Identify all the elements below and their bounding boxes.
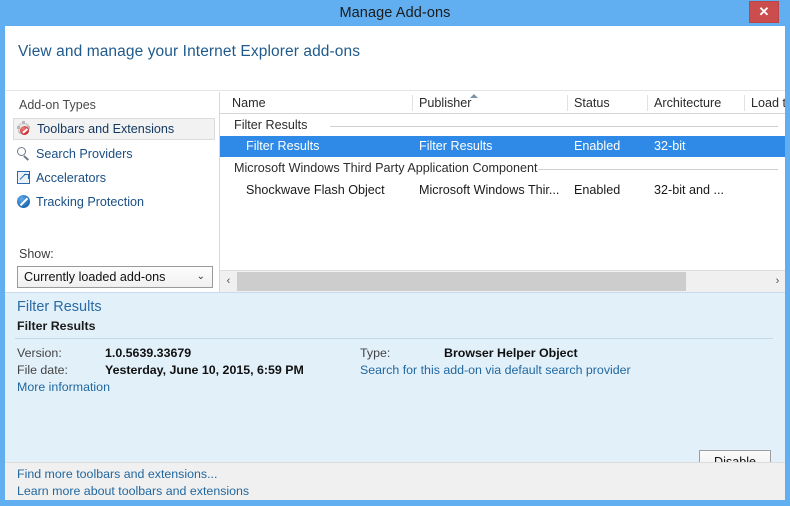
sidebar-item-label: Accelerators — [36, 171, 106, 185]
sidebar-item-tracking-protection[interactable]: Tracking Protection — [13, 191, 215, 213]
chevron-down-icon: ⌄ — [196, 271, 205, 282]
file-date-value: Yesterday, June 10, 2015, 6:59 PM — [105, 363, 304, 377]
column-header-publisher[interactable]: Publisher — [419, 92, 564, 114]
sidebar-item-label: Search Providers — [36, 147, 133, 161]
learn-more-toolbars-link[interactable]: Learn more about toolbars and extensions — [17, 484, 249, 498]
details-panel: Filter Results Filter Results Version: 1… — [5, 292, 785, 475]
group-header-label: Filter Results — [234, 116, 314, 135]
banner-title: View and manage your Internet Explorer a… — [18, 43, 361, 60]
window-close-button[interactable]: ✕ — [749, 1, 779, 23]
sidebar-item-search-providers[interactable]: Search Providers — [13, 143, 215, 165]
show-filter-select[interactable]: Currently loaded add-ons ⌄ — [17, 266, 213, 288]
gear-block-icon — [16, 121, 35, 137]
group-header-label: Microsoft Windows Third Party Applicatio… — [234, 159, 544, 178]
client-area: View and manage your Internet Explorer a… — [5, 26, 785, 500]
version-value: 1.0.5639.33679 — [105, 346, 192, 360]
addon-types-label: Add-on Types — [19, 98, 96, 112]
addons-list-body: Filter Results Filter Results Filter Res… — [220, 114, 785, 269]
sidebar-item-accelerators[interactable]: Accelerators — [13, 167, 215, 189]
manage-addons-window: PCrisk risk.com Manage Add-ons ✕ View an… — [0, 0, 790, 506]
banner: View and manage your Internet Explorer a… — [5, 26, 785, 91]
cell-publisher: Filter Results — [419, 139, 493, 153]
find-more-toolbars-link[interactable]: Find more toolbars and extensions... — [17, 467, 217, 481]
column-divider[interactable] — [567, 95, 568, 111]
cell-name: Shockwave Flash Object — [246, 183, 385, 197]
bottom-bar: Find more toolbars and extensions... Lea… — [5, 462, 785, 500]
column-divider[interactable] — [744, 95, 745, 111]
file-date-label: File date: — [17, 363, 68, 377]
no-entry-icon — [15, 194, 34, 210]
cell-name: Filter Results — [246, 139, 320, 153]
list-group-header: Filter Results — [220, 116, 785, 135]
sidebar-item-toolbars-and-extensions[interactable]: Toolbars and Extensions — [13, 118, 215, 140]
horizontal-scrollbar[interactable]: ‹ › — [220, 270, 785, 292]
scrollbar-thumb[interactable] — [237, 272, 686, 291]
cell-architecture: 32-bit — [654, 139, 686, 153]
title-bar: Manage Add-ons ✕ — [0, 0, 790, 26]
magnifier-icon — [15, 146, 34, 162]
column-header-name[interactable]: Name — [232, 92, 412, 114]
type-label: Type: — [360, 346, 391, 360]
column-divider[interactable] — [412, 95, 413, 111]
group-divider — [538, 169, 778, 170]
search-addon-link[interactable]: Search for this add-on via default searc… — [360, 363, 631, 377]
more-information-link[interactable]: More information — [17, 380, 110, 394]
sort-ascending-icon — [470, 94, 478, 98]
scroll-left-arrow-icon[interactable]: ‹ — [220, 271, 237, 292]
sidebar-item-label: Toolbars and Extensions — [37, 122, 175, 136]
column-header-architecture[interactable]: Architecture — [654, 92, 744, 114]
cell-status: Enabled — [574, 139, 621, 153]
window-title: Manage Add-ons — [339, 5, 451, 21]
table-row[interactable]: Filter Results Filter Results Enabled 32… — [220, 136, 785, 157]
table-row[interactable]: Shockwave Flash Object Microsoft Windows… — [220, 180, 785, 201]
list-column-headers: Name Publisher Status Architecture Load … — [220, 92, 785, 114]
sidebar-item-label: Tracking Protection — [36, 195, 145, 209]
details-subtitle: Filter Results — [17, 319, 96, 333]
close-icon: ✕ — [758, 4, 770, 19]
type-value: Browser Helper Object — [444, 346, 578, 360]
version-label: Version: — [17, 346, 62, 360]
addons-list-panel: Name Publisher Status Architecture Load … — [219, 92, 785, 292]
show-filter-value: Currently loaded add-ons — [24, 270, 166, 284]
show-label: Show: — [19, 247, 54, 261]
cell-architecture: 32-bit and ... — [654, 183, 725, 197]
group-divider — [330, 126, 778, 127]
sidebar: Add-on Types Toolbars and Extensions Sea… — [5, 92, 218, 292]
column-header-load-time[interactable]: Load time — [751, 92, 785, 114]
list-group-header: Microsoft Windows Third Party Applicatio… — [220, 159, 785, 178]
scroll-right-arrow-icon[interactable]: › — [769, 271, 785, 292]
accelerator-arrow-icon — [15, 170, 34, 186]
details-title: Filter Results — [17, 299, 102, 315]
cell-publisher: Microsoft Windows Thir... — [419, 183, 560, 197]
details-divider — [15, 338, 773, 339]
cell-status: Enabled — [574, 183, 621, 197]
column-header-status[interactable]: Status — [574, 92, 644, 114]
column-divider[interactable] — [647, 95, 648, 111]
